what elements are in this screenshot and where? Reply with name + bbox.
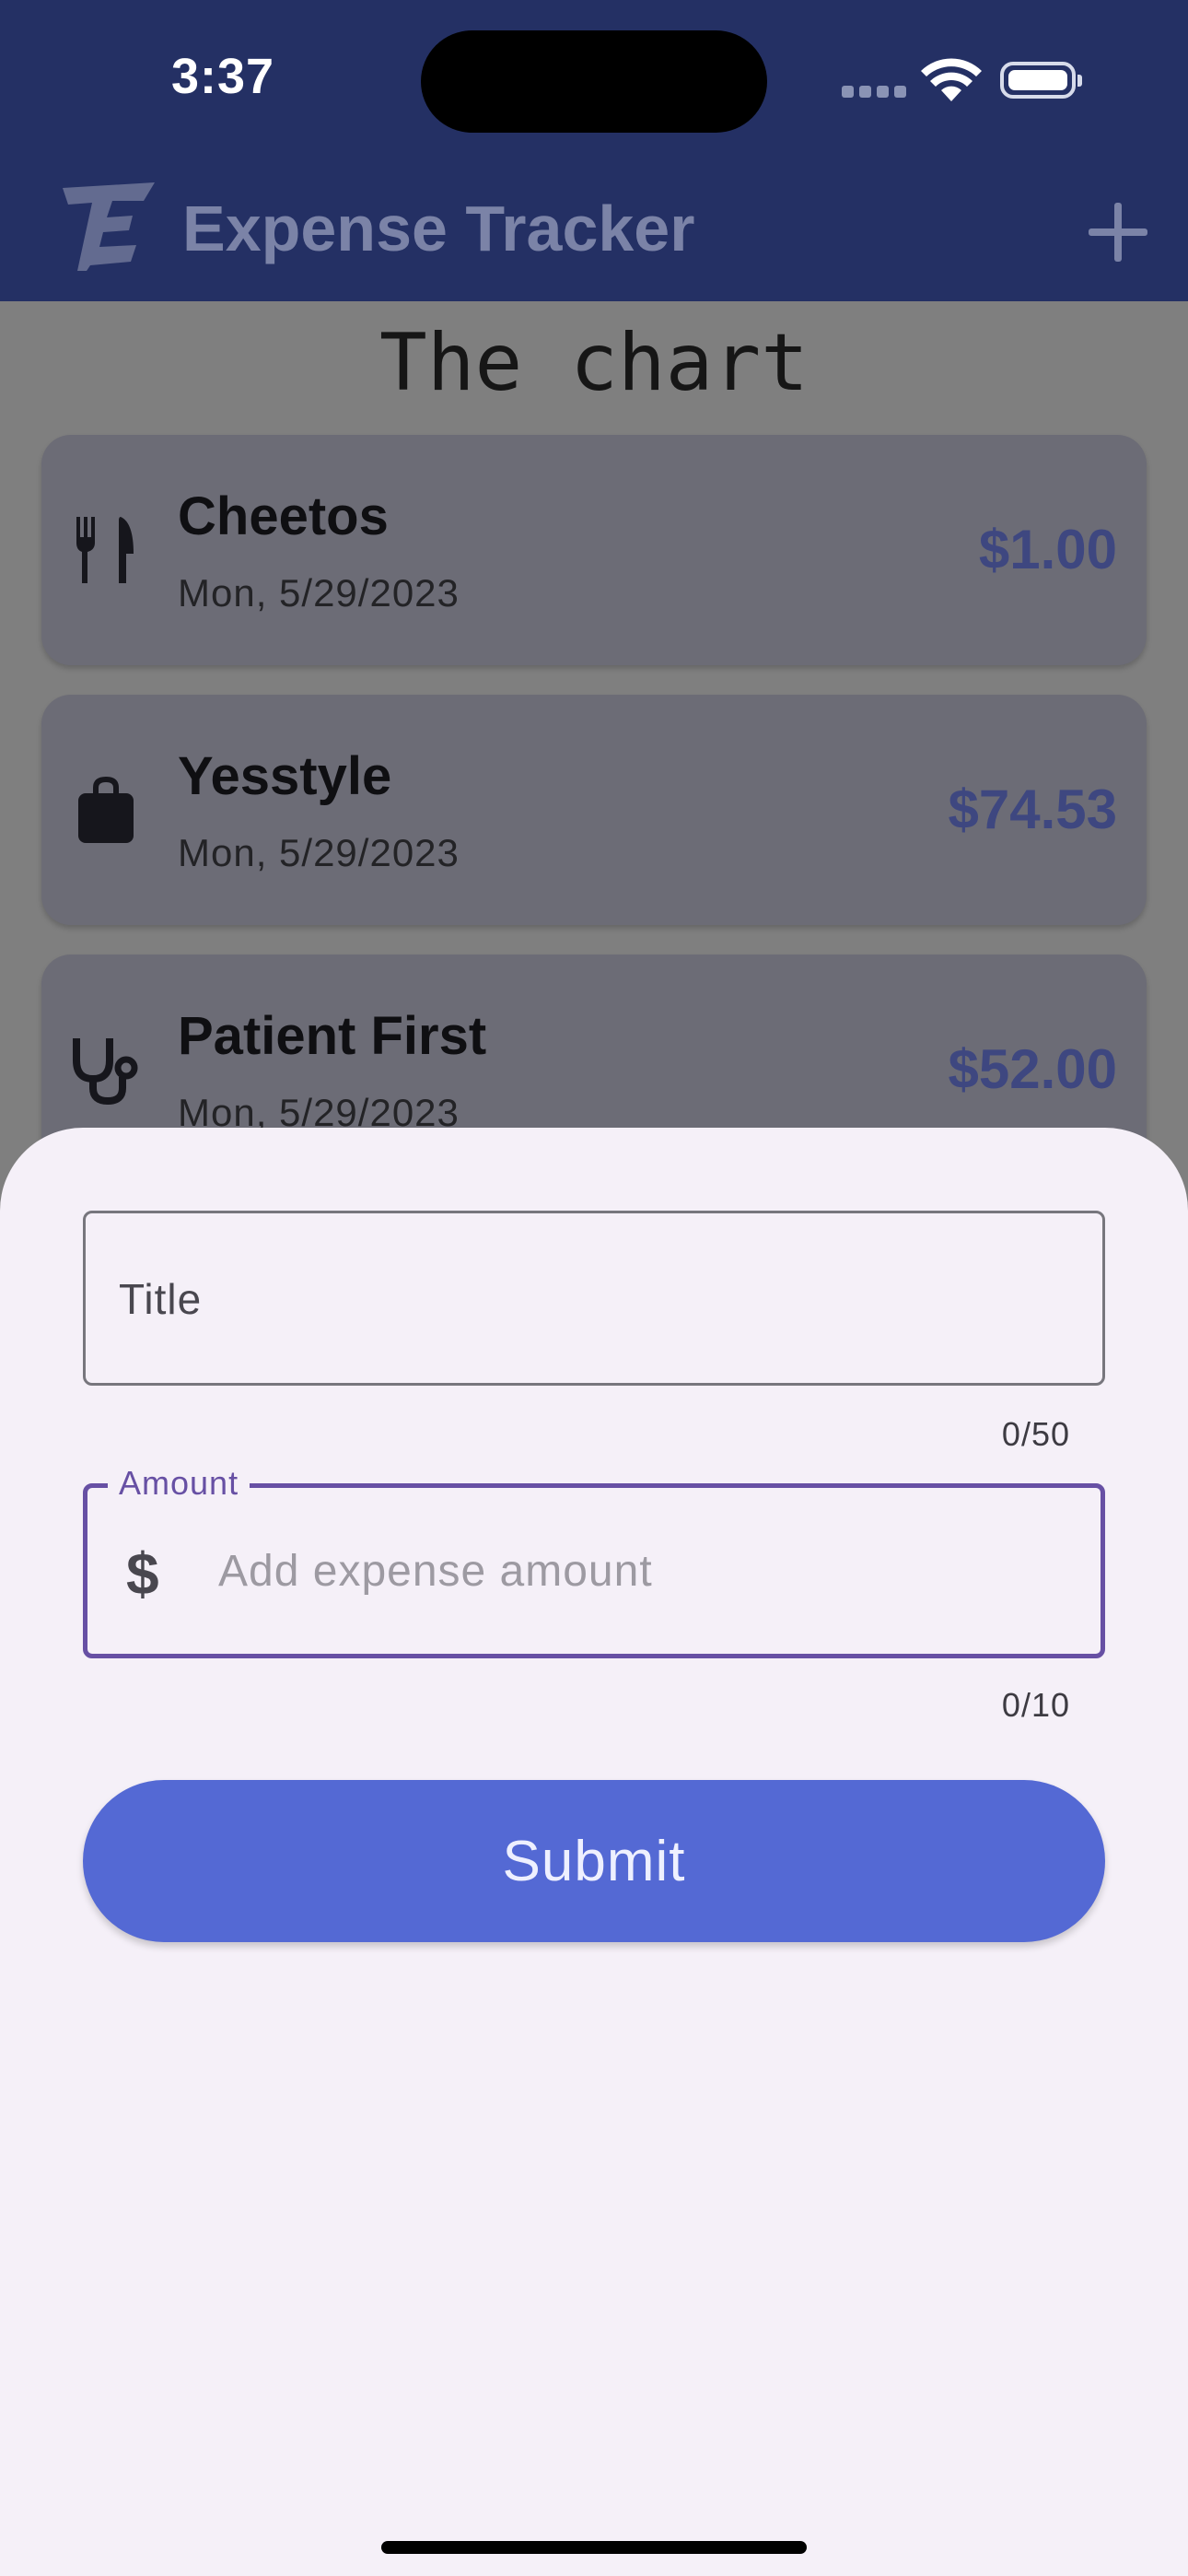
dynamic-island bbox=[421, 30, 767, 133]
amount-input[interactable] bbox=[216, 1538, 1049, 1604]
expense-title: Yesstyle bbox=[178, 746, 392, 806]
title-field-label: Title bbox=[119, 1275, 203, 1323]
title-counter: 0/50 bbox=[1001, 1415, 1070, 1453]
amount-field[interactable]: Amount $ bbox=[83, 1464, 1105, 1658]
app-bar: 3:37 Expense Tracker bbox=[0, 0, 1188, 301]
expense-amount: $52.00 bbox=[948, 1038, 1117, 1100]
add-expense-button[interactable] bbox=[1089, 203, 1147, 262]
wifi-icon bbox=[921, 58, 982, 101]
expense-tracker-logo-icon bbox=[63, 182, 155, 271]
cellular-signal-icon bbox=[842, 86, 906, 99]
expense-title: Patient First bbox=[178, 1006, 487, 1066]
chart-heading: The chart bbox=[379, 317, 809, 409]
expense-date: Mon, 5/29/2023 bbox=[178, 571, 460, 615]
expense-amount: $1.00 bbox=[978, 519, 1117, 580]
expense-title: Cheetos bbox=[178, 486, 389, 546]
battery-icon bbox=[1000, 62, 1082, 99]
expense-card[interactable]: Yesstyle Mon, 5/29/2023 $74.53 bbox=[41, 695, 1147, 925]
expense-card[interactable]: Cheetos Mon, 5/29/2023 $1.00 bbox=[41, 435, 1147, 665]
fork-knife-icon bbox=[76, 517, 134, 583]
expense-amount: $74.53 bbox=[948, 779, 1117, 840]
amount-field-label: Amount bbox=[108, 1464, 250, 1503]
expense-date: Mon, 5/29/2023 bbox=[178, 831, 460, 874]
home-indicator[interactable] bbox=[381, 2541, 807, 2554]
amount-counter: 0/10 bbox=[1001, 1686, 1070, 1724]
stethoscope-icon bbox=[73, 1038, 138, 1106]
status-time: 3:37 bbox=[171, 49, 275, 104]
title-field[interactable]: Title bbox=[83, 1211, 1105, 1386]
submit-button[interactable]: Submit bbox=[83, 1780, 1105, 1942]
app-title: Expense Tracker bbox=[182, 193, 695, 264]
shopping-bag-icon bbox=[78, 777, 134, 843]
dollar-icon: $ bbox=[126, 1540, 159, 1607]
new-expense-sheet: Title 0/50 Amount $ 0/10 Submit bbox=[0, 1128, 1188, 2576]
